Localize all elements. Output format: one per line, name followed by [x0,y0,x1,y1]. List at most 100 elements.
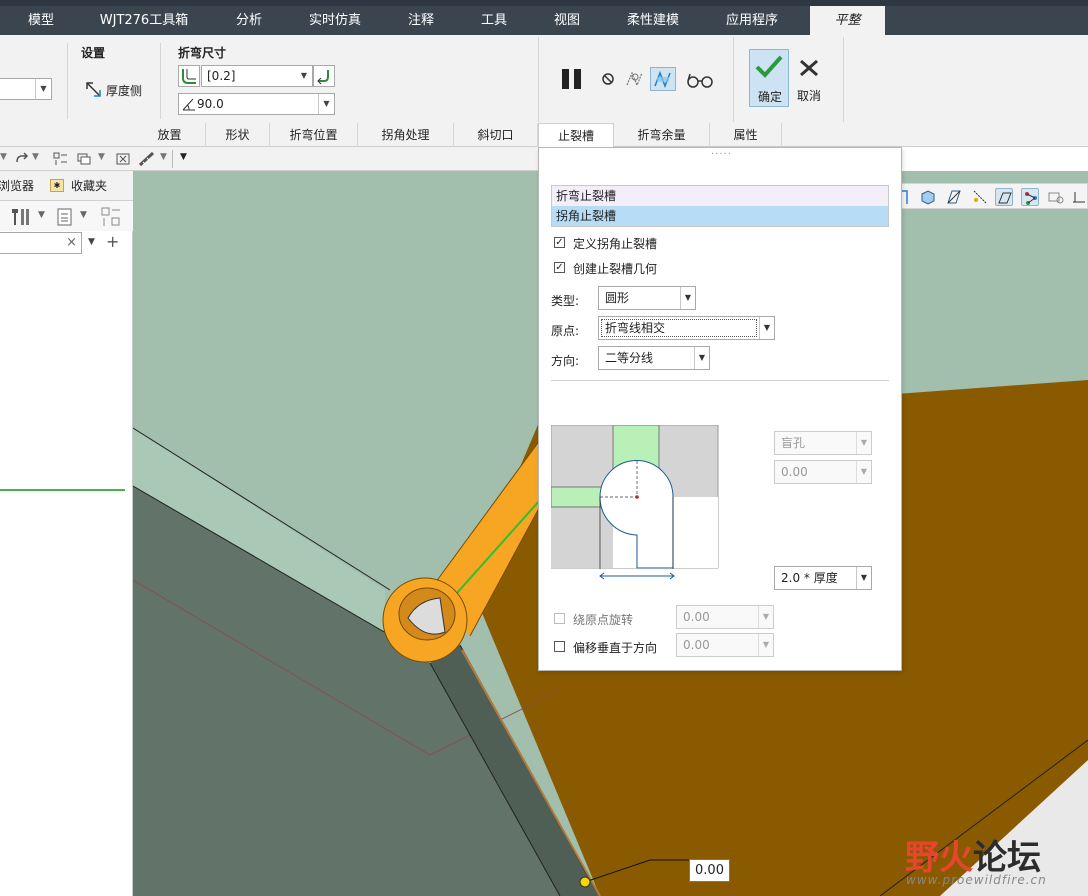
tab-tools[interactable]: 工具 [467,6,521,35]
cancel-label: 取消 [796,89,821,103]
tab-analysis[interactable]: 分析 [222,6,276,35]
direction-select[interactable]: 二等分线 ▼ [598,346,710,370]
create-relief-geometry-label: 创建止裂槽几何 [573,262,658,276]
coordinate-system-icon[interactable] [1021,188,1039,206]
bend-radius-field[interactable]: [0.2] ▼ [201,65,313,87]
tab-flexible-modeling[interactable]: 柔性建模 [614,6,692,35]
thickness-side-icon [86,82,101,97]
datum-planes-icon[interactable] [945,188,963,206]
offset-value: 0.00 [683,638,710,652]
bend-angle-field[interactable]: 90.0 ▼ [178,93,335,115]
chevron-down-icon[interactable]: ▼ [38,210,45,220]
chevron-down-icon[interactable]: ▼ [0,152,7,162]
chevron-down-icon[interactable]: ▼ [88,237,95,247]
tab-flatten[interactable]: 平整 [810,6,885,35]
saved-views-icon[interactable] [919,188,937,206]
measure-icon[interactable] [138,151,156,167]
rotate-about-origin-checkbox[interactable] [554,613,565,624]
subtab-bend-position[interactable]: 折弯位置 [270,123,358,147]
ok-button[interactable]: 确定 [749,49,789,107]
annotation-display-icon[interactable] [1047,188,1065,206]
customize-toolbar-icon[interactable]: ▼ [180,152,187,162]
redo-icon[interactable] [14,151,30,167]
subtab-bend-allowance[interactable]: 折弯余量 [614,123,710,147]
panel-grip[interactable]: ····· [711,149,732,160]
subtab-shape[interactable]: 形状 [206,123,270,147]
chevron-down-icon: ▼ [318,94,334,114]
bend-angle-value: 90.0 [197,97,224,111]
spin-center-icon[interactable] [1071,188,1088,206]
relief-size-select[interactable]: 2.0 * 厚度 ▼ [774,566,872,590]
thickness-side-button[interactable]: 厚度侧 [84,79,142,102]
rotate-about-origin-label: 绕原点旋转 [573,613,634,627]
direction-value: 二等分线 [605,351,654,365]
wireframe-preview-icon [626,71,643,87]
type-select[interactable]: 圆形 ▼ [598,286,696,310]
tab-wjt-toolbox[interactable]: WJT276工具箱 [88,6,200,35]
tree-filter-icon[interactable] [100,206,122,228]
tab-browser[interactable]: 浏览器 [0,177,34,194]
left-dropdown[interactable]: ▼ [0,78,52,100]
rotate-value-field[interactable]: 0.00 ▼ [676,605,774,629]
chevron-down-icon: ▼ [300,71,308,80]
subtab-properties[interactable]: 属性 [710,123,782,147]
favorites-icon: ✱ [50,179,64,192]
depth-type-value: 盲孔 [781,436,806,450]
settings-doc-icon[interactable] [56,207,74,227]
chevron-down-icon: ▼ [856,567,871,589]
tab-realtime-sim[interactable]: 实时仿真 [296,6,374,35]
chevron-down-icon[interactable]: ▼ [98,152,105,162]
origin-label: 原点: [551,324,580,338]
ribbon-separator [843,37,844,122]
verify-button[interactable] [686,71,714,92]
refit-icon[interactable] [901,188,919,206]
tab-annotate[interactable]: 注释 [394,6,448,35]
chevron-down-icon: ▼ [680,287,695,309]
tree-search-input[interactable]: × [0,232,82,254]
add-icon[interactable]: + [106,232,119,251]
subtab-corner-treatment[interactable]: 拐角处理 [358,123,454,147]
tab-favorites[interactable]: 收藏夹 [71,177,107,194]
no-preview-button[interactable] [601,72,615,89]
preview-icon [654,70,671,89]
tab-applications[interactable]: 应用程序 [712,6,792,35]
separate-preview-button[interactable] [624,69,646,92]
bend-radius-button[interactable] [178,65,200,87]
list-item-bend-relief[interactable]: 折弯止裂槽 [552,186,888,206]
origin-select[interactable]: 折弯线相交 ▼ [598,316,775,340]
depth-type-select[interactable]: 盲孔 ▼ [774,431,872,455]
chevron-down-icon: ▼ [856,461,871,483]
offset-value-field[interactable]: 0.00 ▼ [676,633,774,657]
datum-axes-icon[interactable] [971,188,989,206]
chevron-down-icon: ▼ [694,347,709,369]
offset-perpendicular-checkbox[interactable] [554,641,565,652]
create-relief-geometry-checkbox[interactable]: ✓ [554,262,565,273]
close-window-icon[interactable] [116,152,130,166]
chevron-down-icon[interactable]: ▼ [80,210,87,220]
depth-value-field[interactable]: 0.00 ▼ [774,460,872,484]
pause-button[interactable] [560,67,584,91]
tab-view[interactable]: 视图 [540,6,594,35]
subtab-miter-cut[interactable]: 斜切口 [454,123,538,147]
windows-icon[interactable] [76,151,92,167]
list-item-corner-relief[interactable]: 拐角止裂槽 [552,206,888,226]
dimension-value[interactable]: 0.00 [689,859,730,882]
ribbon-separator [160,43,161,119]
subtab-relief[interactable]: 止裂槽 [538,123,614,148]
preview-button[interactable] [650,67,676,91]
define-corner-relief-checkbox[interactable]: ✓ [554,237,565,248]
bend-direction-button[interactable] [313,65,335,87]
chevron-down-icon[interactable]: ▼ [32,152,39,162]
forum-watermark: 野火论坛 www.proewildfire.cn [900,830,1088,896]
tab-model[interactable]: 模型 [14,6,68,35]
cancel-button[interactable]: 取消 [792,49,826,107]
settings-label: 设置 [81,46,106,60]
chevron-down-icon[interactable]: ▼ [160,152,167,162]
clear-search-icon[interactable]: × [66,235,77,250]
navigator-tabs: 浏览器 ✱ 收藏夹 [0,171,133,201]
subtab-placement[interactable]: 放置 [134,123,206,147]
datum-points-icon[interactable] [995,188,1013,206]
relief-type-list[interactable]: 折弯止裂槽 拐角止裂槽 [551,185,889,227]
regenerate-icon[interactable] [52,151,68,167]
tools-icon[interactable] [10,207,32,227]
